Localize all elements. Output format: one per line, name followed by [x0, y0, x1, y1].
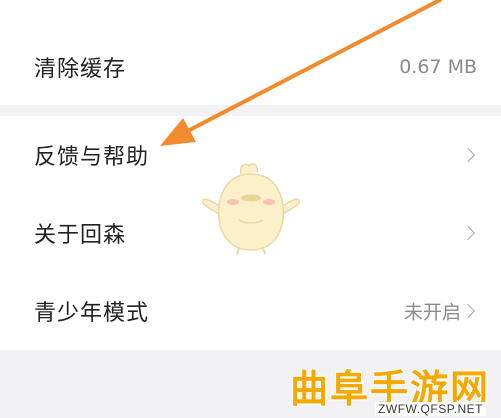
clear-cache-label: 清除缓存	[34, 57, 127, 82]
settings-screen: 清除缓存 0.67 MB 反馈与帮助 关于回森 青少年模式 未开启 曲阜手游网 …	[0, 0, 501, 418]
clear-cache-row[interactable]: 清除缓存 0.67 MB	[0, 28, 501, 106]
chevron-right-icon	[460, 303, 476, 319]
teen-mode-status: 未开启	[403, 301, 461, 324]
cache-size-value: 0.67 MB	[399, 56, 477, 78]
feedback-help-label: 反馈与帮助	[34, 145, 150, 170]
chevron-right-icon	[460, 147, 476, 163]
chevron-right-icon	[460, 225, 476, 241]
teen-mode-label: 青少年模式	[34, 301, 150, 326]
cache-card: 清除缓存 0.67 MB	[0, 0, 501, 105]
watermark-url: ZWFW.QFSP.NET	[375, 402, 486, 416]
watermark-logo: 曲阜手游网 ZWFW.QFSP.NET	[288, 358, 498, 416]
teen-mode-row[interactable]: 青少年模式 未开启	[0, 272, 501, 350]
about-label: 关于回森	[34, 223, 127, 248]
mascot-icon	[201, 163, 301, 255]
